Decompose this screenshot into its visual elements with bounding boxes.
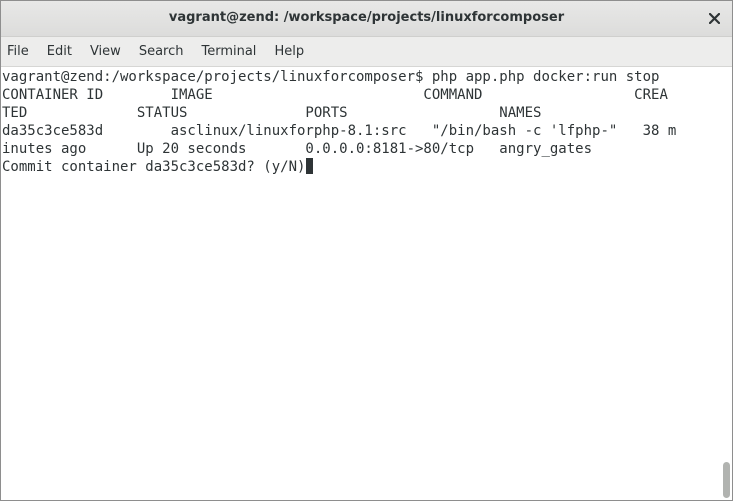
vertical-scrollbar[interactable] — [721, 67, 732, 500]
menu-bar: File Edit View Search Terminal Help — [1, 37, 732, 67]
scrollbar-thumb[interactable] — [723, 462, 730, 498]
terminal-line-prompt: Commit container da35c3ce583d? (y/N) — [2, 158, 314, 176]
title-bar[interactable]: vagrant@zend: /workspace/projects/linuxf… — [1, 1, 732, 37]
menu-help[interactable]: Help — [270, 40, 308, 63]
terminal-line-row-2: inutes ago Up 20 seconds 0.0.0.0:8181->8… — [2, 141, 593, 157]
close-icon — [708, 12, 720, 24]
close-button[interactable] — [704, 8, 724, 28]
terminal-line-command: vagrant@zend:/workspace/projects/linuxfo… — [2, 69, 660, 85]
window-title: vagrant@zend: /workspace/projects/linuxf… — [168, 10, 565, 25]
terminal-window: vagrant@zend: /workspace/projects/linuxf… — [0, 0, 733, 501]
terminal-output[interactable]: vagrant@zend:/workspace/projects/linuxfo… — [1, 67, 721, 500]
menu-file[interactable]: File — [3, 40, 33, 63]
menu-edit[interactable]: Edit — [43, 40, 76, 63]
menu-terminal[interactable]: Terminal — [197, 40, 260, 63]
commit-prompt-text: Commit container da35c3ce583d? (y/N) — [2, 159, 306, 175]
menu-search[interactable]: Search — [135, 40, 188, 63]
terminal-line-header-2: TED STATUS PORTS NAMES — [2, 105, 542, 121]
text-cursor — [306, 158, 314, 174]
terminal-line-header-1: CONTAINER ID IMAGE COMMAND CREA — [2, 87, 668, 103]
menu-view[interactable]: View — [86, 40, 125, 63]
terminal-line-row-1: da35c3ce583d asclinux/linuxforphp-8.1:sr… — [2, 123, 677, 139]
